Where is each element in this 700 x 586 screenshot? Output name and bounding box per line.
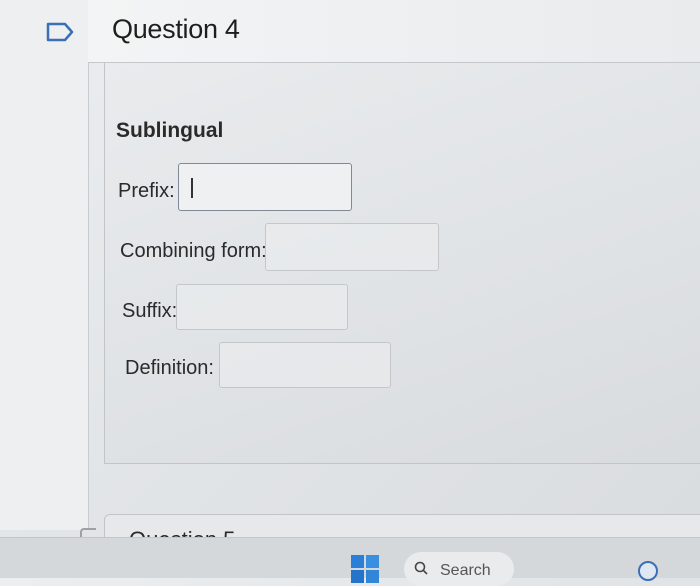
flag-question-icon[interactable] [46,22,74,42]
definition-label: Definition: [125,357,214,379]
prefix-label: Prefix: [118,180,175,202]
question-title: Question 4 [112,14,240,44]
suffix-input[interactable] [176,284,348,330]
text-caret [191,178,193,198]
question-nav-rail [0,0,89,530]
prefix-input[interactable] [178,163,352,211]
term-heading: Sublingual [116,119,224,142]
taskbar-search[interactable]: Search [404,552,514,586]
combining-form-input[interactable] [265,223,439,271]
windows-start-icon[interactable] [351,555,379,583]
definition-input[interactable] [219,342,391,388]
tray-app-icon[interactable] [637,560,659,582]
suffix-label: Suffix: [122,300,178,322]
combining-form-label: Combining form: [120,240,267,262]
taskbar: Search [0,537,700,586]
search-label: Search [440,562,491,579]
search-icon [414,561,428,575]
